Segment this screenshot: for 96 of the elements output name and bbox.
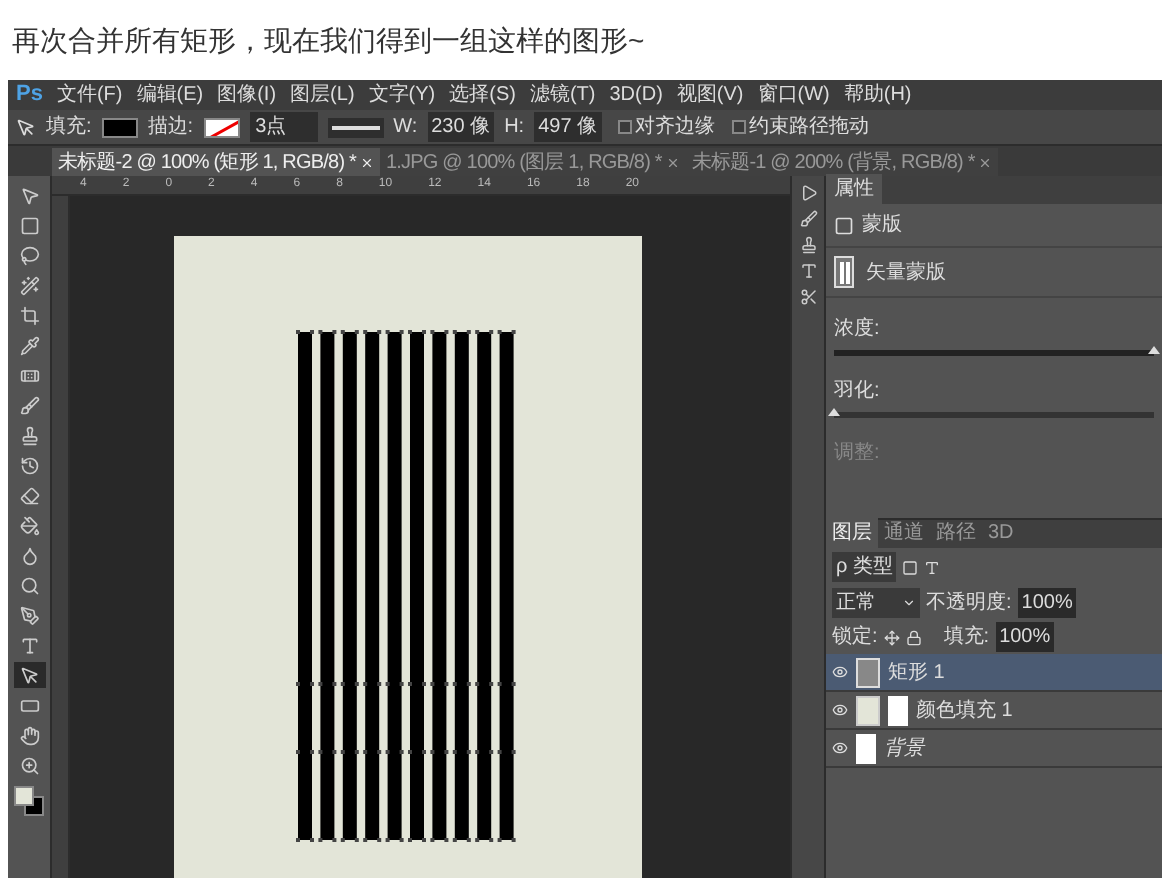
lock-icon[interactable] [905, 629, 922, 645]
close-icon[interactable] [665, 155, 680, 169]
visibility-icon[interactable] [832, 664, 848, 680]
text-icon[interactable] [799, 262, 817, 280]
tool-button[interactable] [13, 662, 45, 688]
image-filter-icon[interactable] [902, 559, 919, 575]
wand-icon [19, 275, 39, 295]
mask-thumbnail [888, 695, 908, 725]
history-icon [19, 455, 39, 475]
lock-label: 锁定: [832, 623, 878, 652]
fill-label: 填充: [46, 113, 92, 142]
caption: 再次合并所有矩形，现在我们得到一组这样的图形~ [12, 21, 645, 59]
menu-item[interactable]: 文字(Y) [368, 80, 436, 110]
lasso-icon [19, 245, 39, 265]
square-icon [19, 215, 39, 235]
menu-item[interactable]: 3D(D) [609, 80, 663, 110]
text-icon [19, 635, 39, 655]
blend-mode-dropdown[interactable]: 正常 [832, 588, 920, 618]
opacity-label: 不透明度: [926, 589, 1012, 618]
stroke-style-dropdown[interactable] [327, 117, 384, 137]
height-label: H: [504, 114, 525, 142]
visibility-icon[interactable] [832, 740, 848, 756]
panel-tab[interactable]: 图层 [826, 518, 878, 548]
density-slider[interactable] [834, 350, 1154, 356]
panel-tab[interactable]: 3D [982, 518, 1020, 548]
layer-row[interactable]: 矩形 1 [826, 654, 1162, 692]
arrow-icon [19, 185, 39, 205]
layer-filter-dropdown[interactable]: ρ 类型 [832, 552, 897, 582]
menu-item[interactable]: 帮助(H) [843, 80, 912, 110]
opacity-field[interactable]: 100% [1017, 588, 1077, 618]
menu-item[interactable]: 选择(S) [449, 80, 516, 110]
width-field[interactable]: 230 像 [427, 112, 495, 142]
magnifier-icon [19, 575, 39, 595]
menu-item[interactable]: 窗口(W) [757, 80, 830, 110]
feather-label: 羽化: [834, 380, 880, 402]
vector-mask-thumbnail[interactable] [834, 256, 854, 288]
width-label: W: [393, 114, 418, 142]
zoom-in-icon [19, 755, 39, 775]
eyedropper-icon [19, 335, 39, 355]
fill-field[interactable]: 100% [995, 622, 1055, 652]
bandage-icon [19, 365, 39, 385]
mask-label: 蒙版 [862, 211, 902, 240]
droplet-icon [19, 545, 39, 565]
pen-icon [19, 605, 39, 625]
paint-bucket-icon [19, 515, 39, 535]
close-icon[interactable] [978, 155, 993, 169]
color-swatches-icon[interactable] [13, 786, 45, 818]
background-thumbnail [856, 733, 876, 763]
color-fill-thumbnail [856, 695, 880, 725]
density-label: 浓度: [834, 318, 880, 340]
eraser-icon [19, 485, 39, 505]
layer-name: 背景 [884, 735, 924, 763]
document-tab[interactable]: 未标题-1 @ 200% (背景, RGB/8) * [685, 148, 999, 176]
hand-icon [19, 725, 39, 745]
stamp-icon[interactable] [799, 236, 817, 254]
panel-tab[interactable]: 路径 [930, 518, 982, 548]
brush-icon[interactable] [799, 210, 817, 228]
layer-name: 颜色填充 1 [916, 697, 1013, 725]
rectangle-icon [19, 695, 39, 715]
properties-tab[interactable]: 属性 [826, 174, 882, 204]
stroke-label: 描边: [147, 113, 194, 142]
menu-item[interactable]: 滤镜(T) [529, 80, 596, 110]
play-icon[interactable] [799, 184, 817, 202]
layer-row[interactable]: 颜色填充 1 [826, 692, 1162, 730]
checkbox-option[interactable]: 约束路径拖动 [731, 112, 870, 142]
path-select-icon[interactable] [16, 117, 36, 137]
fill-swatch[interactable] [101, 117, 138, 137]
menu-item[interactable]: 编辑(E) [136, 80, 204, 110]
menu-item[interactable]: 图层(L) [290, 80, 355, 110]
stamp-icon [19, 425, 39, 445]
chevron-icon [902, 596, 916, 610]
layer-row[interactable]: 背景 [826, 730, 1162, 768]
no-stroke-swatch[interactable] [203, 117, 240, 137]
pointer-icon [19, 665, 39, 685]
scissors-icon[interactable] [799, 288, 817, 306]
vector-mask-label: 矢量蒙版 [866, 259, 946, 287]
brush-icon [19, 395, 39, 415]
height-field[interactable]: 497 像 [534, 112, 602, 142]
fill-label: 填充: [943, 623, 990, 652]
shape-thumbnail [856, 657, 880, 687]
menu-item[interactable]: 视图(V) [676, 80, 744, 110]
mask-icon[interactable] [834, 215, 854, 235]
document-tab[interactable]: 1.JPG @ 100% (图层 1, RGB/8) * [380, 148, 686, 176]
feather-slider[interactable] [834, 412, 1154, 418]
crop-icon [19, 305, 39, 325]
checkbox-option[interactable]: 对齐边缘 [617, 112, 716, 142]
layer-name: 矩形 1 [888, 659, 945, 687]
visibility-icon[interactable] [832, 702, 848, 718]
panel-tab[interactable]: 通道 [878, 518, 930, 548]
text-filter-icon[interactable] [924, 559, 941, 575]
menu-item[interactable]: 图像(I) [217, 80, 277, 110]
document-tab[interactable]: 未标题-2 @ 100% (矩形 1, RGB/8) * [52, 148, 380, 176]
stroke-width-field[interactable]: 3点 [249, 112, 318, 142]
app-logo: Ps [16, 80, 43, 111]
move-lock-icon[interactable] [883, 629, 900, 645]
menu-item[interactable]: 文件(F) [56, 80, 123, 110]
